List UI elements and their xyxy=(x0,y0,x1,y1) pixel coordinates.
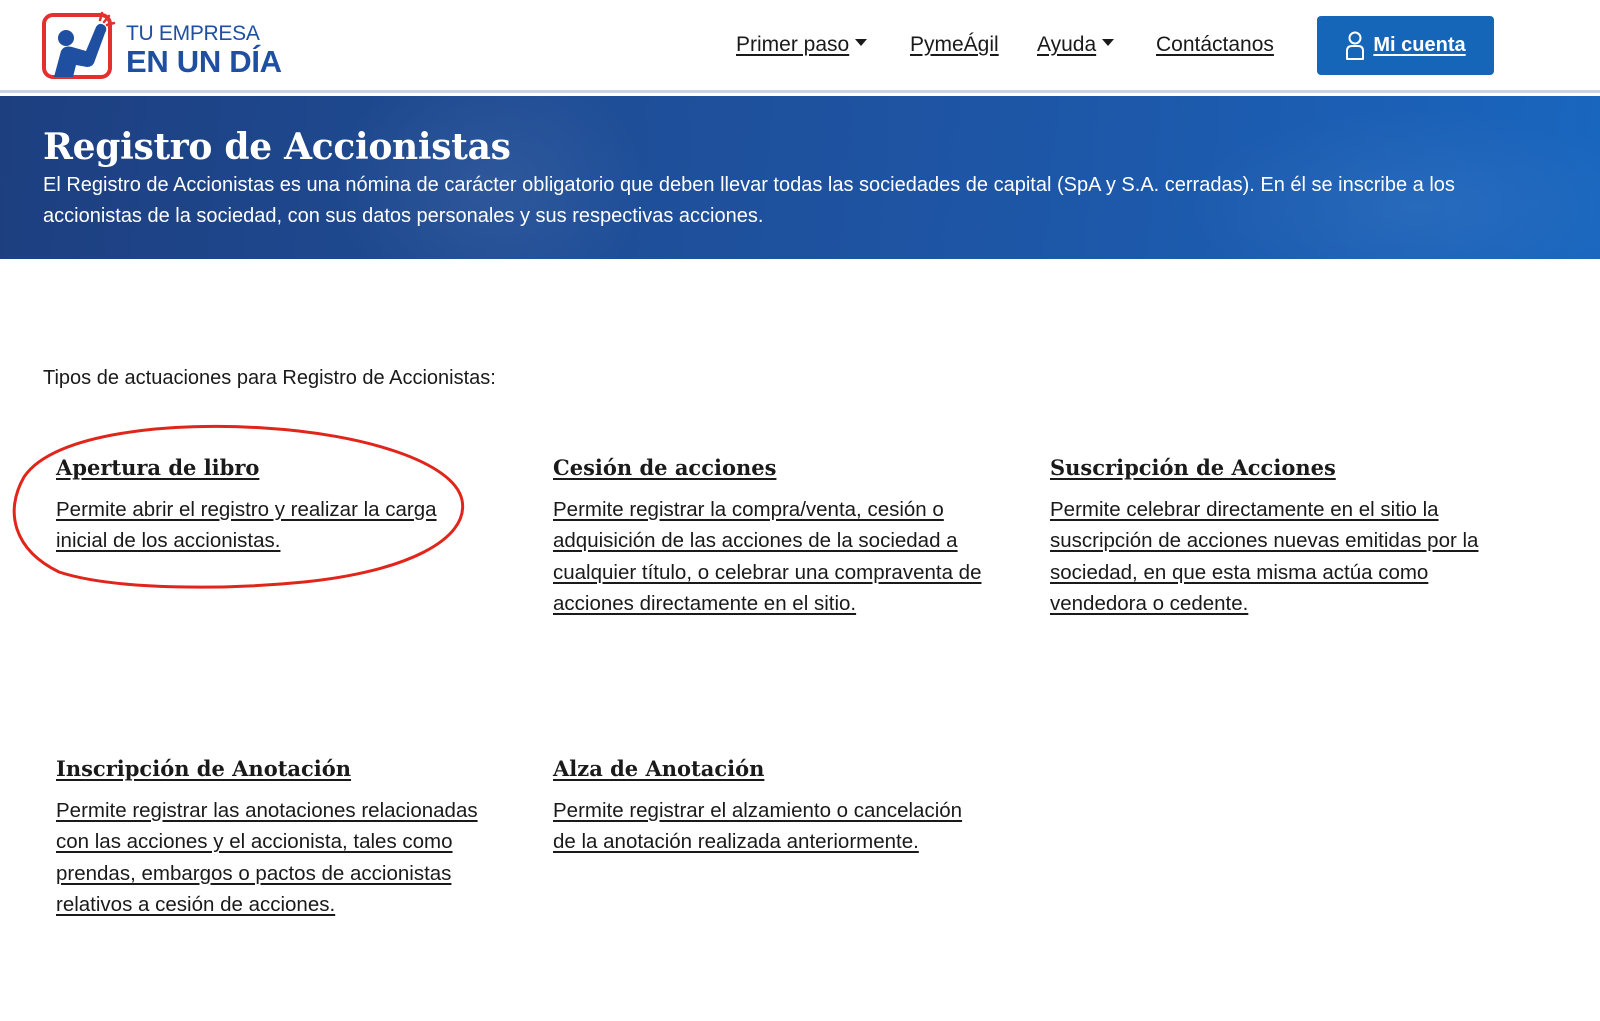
logo-line2: EN UN DÍA xyxy=(126,44,282,79)
site-header: TU EMPRESA EN UN DÍA Primer paso PymeÁgi… xyxy=(0,0,1600,93)
nav-ayuda-label: Ayuda xyxy=(1037,33,1097,56)
chevron-down-icon xyxy=(1102,38,1115,46)
logo-line1: TU EMPRESA xyxy=(126,22,260,45)
nav-ayuda[interactable]: Ayuda xyxy=(1037,33,1115,57)
intro-text: Tipos de actuaciones para Registro de Ac… xyxy=(43,367,496,389)
card-title[interactable]: Alza de Anotación xyxy=(553,756,983,781)
card-title[interactable]: Suscripción de Acciones xyxy=(1050,455,1500,480)
nav-pymeagil-label: PymeÁgil xyxy=(910,33,999,56)
nav-pymeagil[interactable]: PymeÁgil xyxy=(910,33,999,57)
nav-contactanos-label: Contáctanos xyxy=(1156,33,1274,56)
user-icon xyxy=(1346,31,1365,60)
card-cesion-de-acciones[interactable]: Cesión de acciones Permite registrar la … xyxy=(553,455,1003,619)
card-title[interactable]: Apertura de libro xyxy=(56,455,466,480)
nav-primer-paso[interactable]: Primer paso xyxy=(736,33,868,57)
page-title: Registro de Accionistas xyxy=(43,126,511,168)
logo-icon xyxy=(42,11,116,79)
card-description[interactable]: Permite celebrar directamente en el siti… xyxy=(1050,494,1500,619)
card-title[interactable]: Cesión de acciones xyxy=(553,455,1003,480)
logo[interactable]: TU EMPRESA EN UN DÍA xyxy=(42,7,292,81)
nav-primer-paso-label: Primer paso xyxy=(736,33,850,56)
card-alza-de-anotacion[interactable]: Alza de Anotación Permite registrar el a… xyxy=(553,756,983,858)
card-description[interactable]: Permite registrar las anotaciones relaci… xyxy=(56,795,506,920)
hero-banner: Registro de Accionistas El Registro de A… xyxy=(0,96,1600,259)
chevron-down-icon xyxy=(855,38,868,46)
card-inscripcion-de-anotacion[interactable]: Inscripción de Anotación Permite registr… xyxy=(56,756,506,920)
card-suscripcion-de-acciones[interactable]: Suscripción de Acciones Permite celebrar… xyxy=(1050,455,1500,619)
card-description[interactable]: Permite registrar el alzamiento o cancel… xyxy=(553,795,983,858)
card-description[interactable]: Permite abrir el registro y realizar la … xyxy=(56,494,466,557)
card-description[interactable]: Permite registrar la compra/venta, cesió… xyxy=(553,494,1003,619)
page-description: El Registro de Accionistas es una nómina… xyxy=(43,174,1455,227)
my-account-button[interactable]: Mi cuenta xyxy=(1317,16,1494,75)
card-title[interactable]: Inscripción de Anotación xyxy=(56,756,506,781)
card-apertura-de-libro[interactable]: Apertura de libro Permite abrir el regis… xyxy=(56,455,466,557)
my-account-label: Mi cuenta xyxy=(1373,34,1466,56)
nav-contactanos[interactable]: Contáctanos xyxy=(1156,33,1274,57)
logo-wordmark: TU EMPRESA EN UN DÍA xyxy=(126,23,282,77)
